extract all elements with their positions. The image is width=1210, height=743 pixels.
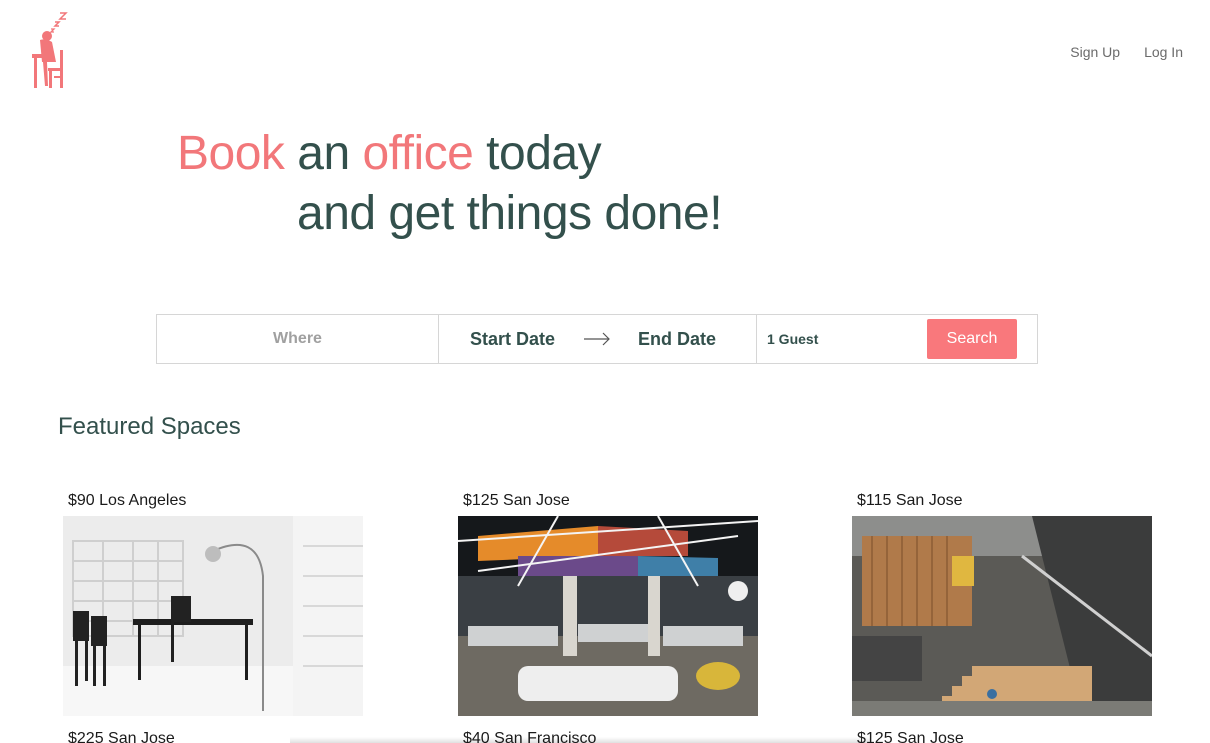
- hero-headline: Book an office today and get things done…: [177, 124, 723, 244]
- hero-word-book: Book: [177, 127, 285, 180]
- where-field-container: [157, 315, 439, 363]
- bottom-shadow: [290, 737, 870, 743]
- space-card-caption[interactable]: $125 San Jose: [857, 730, 964, 743]
- signup-link[interactable]: Sign Up: [1070, 44, 1120, 60]
- space-card-caption: $115 San Jose: [852, 490, 1152, 512]
- space-city: Los Angeles: [99, 492, 187, 509]
- space-price: $125: [463, 492, 499, 509]
- space-card-caption: $90 Los Angeles: [63, 490, 363, 512]
- space-city: San Jose: [895, 492, 963, 509]
- space-city: San Jose: [503, 492, 570, 509]
- search-button[interactable]: Search: [927, 319, 1017, 359]
- hero-word-an: an: [284, 127, 363, 180]
- sleeping-worker-logo-icon: [32, 12, 68, 88]
- space-photo[interactable]: [63, 516, 363, 716]
- guests-field: 1 Guest Search: [757, 315, 1037, 363]
- date-range: Start Date End Date: [439, 315, 757, 363]
- guests-selector[interactable]: 1 Guest: [767, 331, 818, 347]
- space-card-caption: $125 San Jose: [458, 490, 758, 512]
- space-card[interactable]: $115 San Jose: [852, 490, 1152, 716]
- space-price: $225: [68, 730, 104, 743]
- hero-line-2: and get things done!: [297, 187, 723, 240]
- space-city: San Jose: [897, 730, 964, 743]
- space-city: San Jose: [108, 730, 175, 743]
- start-date-field[interactable]: Start Date: [470, 329, 555, 350]
- login-link[interactable]: Log In: [1144, 44, 1183, 60]
- logo[interactable]: [30, 10, 74, 92]
- where-input[interactable]: [157, 315, 438, 363]
- space-card[interactable]: $125 San Jose: [458, 490, 758, 716]
- search-bar: Start Date End Date 1 Guest Search: [156, 314, 1038, 364]
- space-price: $115: [857, 492, 892, 509]
- space-card-caption[interactable]: $225 San Jose: [68, 730, 175, 743]
- space-price: $90: [68, 492, 95, 509]
- end-date-field[interactable]: End Date: [638, 329, 716, 350]
- space-card[interactable]: $90 Los Angeles: [63, 490, 363, 716]
- arrow-right-icon: [584, 332, 610, 346]
- space-photo[interactable]: [458, 516, 758, 716]
- featured-spaces-title: Featured Spaces: [58, 413, 241, 440]
- hero-word-today: today: [473, 127, 602, 180]
- top-nav: Sign Up Log In: [1070, 44, 1183, 60]
- space-photo[interactable]: [852, 516, 1152, 716]
- hero-word-office: office: [362, 127, 474, 180]
